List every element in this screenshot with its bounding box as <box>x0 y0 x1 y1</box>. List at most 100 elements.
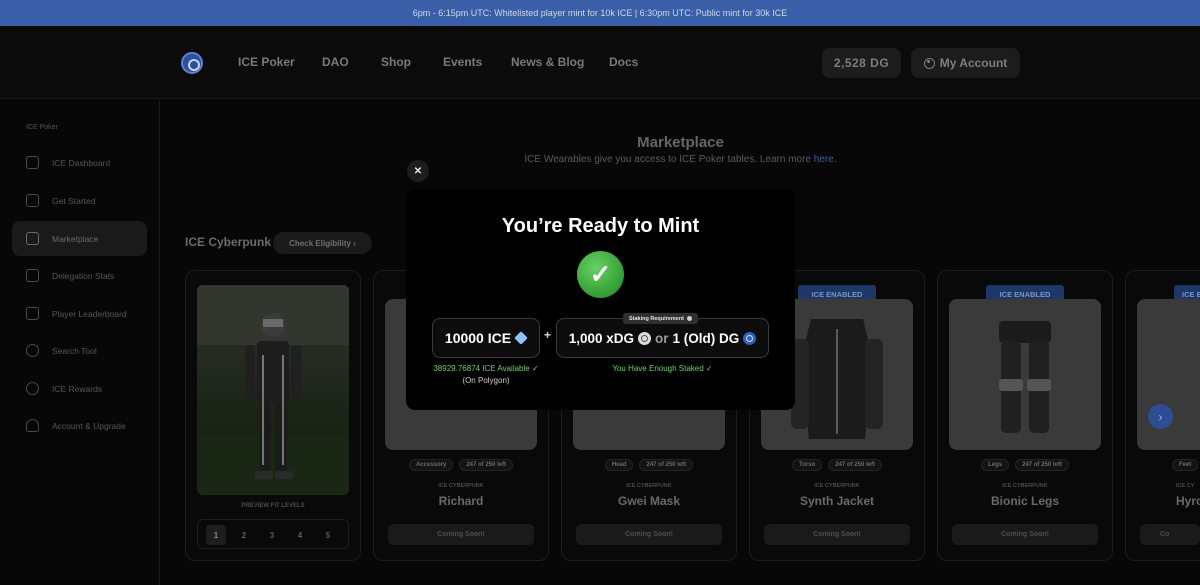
level-5-button[interactable]: 5 <box>318 525 338 545</box>
wearable-name: Synth Jacket <box>799 494 875 508</box>
ice-enabled-label: ICE ENABLED <box>999 289 1051 299</box>
announcement-banner: 6pm - 6:15pm UTC: Whitelisted player min… <box>0 0 1200 26</box>
mint-ready-modal: You’re Ready to Mint ✓ 10000 ICE + 1,000… <box>406 189 795 410</box>
dg-token-icon <box>743 331 757 345</box>
old-dg-amount: 1 (Old) DG <box>672 330 740 346</box>
collection-title: ICE Cyberpunk <box>185 235 272 249</box>
sidebar-item-label: Player Leaderboard <box>52 308 127 319</box>
sidebar-item-label: Get Started <box>52 195 96 206</box>
set-label: ICE CYBERPUNK <box>1002 483 1048 489</box>
sidebar-item-marketplace[interactable]: Marketplace <box>12 221 147 256</box>
ice-enabled-label: ICE ENABLED <box>811 289 863 299</box>
coming-soon-button[interactable]: Co <box>1140 524 1200 545</box>
slot-tag: Accessory <box>408 459 454 471</box>
preview-card: PREVIEW FIT LEVELS 1 2 3 4 5 <box>185 270 361 561</box>
set-label: ICE CYBERPUNK <box>438 483 484 489</box>
award-icon <box>26 382 39 395</box>
wearable-image <box>949 299 1101 450</box>
nav-dao[interactable]: DAO <box>322 55 349 69</box>
avatar-preview-image <box>197 285 349 495</box>
wearable-name: Richard <box>438 494 484 508</box>
my-account-label: My Account <box>939 56 1008 70</box>
slot-tag: Head <box>604 459 634 471</box>
shopping-bag-icon <box>26 232 39 245</box>
coming-soon-button[interactable]: Coming Soon! <box>388 524 534 545</box>
sidebar-item-get-started[interactable]: Get Started <box>12 183 147 218</box>
page-title: Marketplace <box>637 134 724 151</box>
supply-tag: 247 of 250 left <box>1015 459 1069 471</box>
chevron-right-icon: › <box>1158 409 1163 424</box>
supply-tag: 247 of 250 left <box>639 459 694 471</box>
supply-tag: 247 of 250 left <box>828 459 882 471</box>
ice-available-status: 38929.76874 ICE Available ✓ <box>433 364 539 373</box>
coming-soon-button[interactable]: Coming Soon! <box>952 524 1098 545</box>
coming-soon-button[interactable]: Coming Soon! <box>576 524 722 545</box>
card-tags: Torso 247 of 250 left <box>750 459 924 471</box>
level-2-button[interactable]: 2 <box>234 525 254 545</box>
xdg-amount: 1,000 xDG <box>568 330 635 346</box>
thumbs-up-icon <box>26 194 39 207</box>
level-3-button[interactable]: 3 <box>262 525 282 545</box>
close-modal-button[interactable]: ✕ <box>407 160 429 182</box>
nav-ice-poker[interactable]: ICE Poker <box>238 55 295 69</box>
wearable-name: Gwei Mask <box>617 494 681 508</box>
announcement-text: 6pm - 6:15pm UTC: Whitelisted player min… <box>412 8 788 18</box>
staking-requirement-label: Staking Requirement <box>629 315 685 322</box>
user-icon <box>26 419 39 432</box>
search-icon <box>26 344 39 357</box>
nav-events[interactable]: Events <box>443 55 482 69</box>
slot-tag: Feet <box>1172 459 1199 471</box>
set-label: ICE CYBERPUNK <box>626 483 672 489</box>
preview-fit-levels-label: PREVIEW FIT LEVELS <box>241 503 305 509</box>
fit-level-selector: 1 2 3 4 5 <box>197 519 349 549</box>
level-1-button[interactable]: 1 <box>206 525 226 545</box>
staked-status: You Have Enough Staked ✓ <box>612 364 713 373</box>
sidebar: ICE Poker ICE Dashboard Get Started Mark… <box>0 100 160 585</box>
sidebar-item-account-upgrade[interactable]: Account & Upgrade <box>12 408 147 443</box>
staking-requirement-box: 1,000 xDG or 1 (Old) DG <box>556 318 769 358</box>
nav-shop[interactable]: Shop <box>381 55 411 69</box>
sidebar-item-label: Account & Upgrade <box>52 420 126 431</box>
my-account-button[interactable]: My Account <box>911 48 1020 78</box>
ice-amount: 10000 ICE <box>444 330 512 346</box>
sidebar-item-ice-rewards[interactable]: ICE Rewards <box>12 371 147 406</box>
sidebar-item-player-leaderboard[interactable]: Player Leaderboard <box>12 296 147 331</box>
checkmark-icon: ✓ <box>577 251 624 298</box>
coming-soon-button[interactable]: Coming Soon! <box>764 524 910 545</box>
wearable-name: Hyro <box>1176 494 1200 508</box>
ice-enabled-label: ICE E <box>1182 289 1200 299</box>
ice-diamond-icon <box>514 331 528 345</box>
sidebar-item-label: Search Tool <box>52 345 97 356</box>
slot-tag: Torso <box>792 459 823 471</box>
sidebar-item-label: ICE Dashboard <box>52 157 111 168</box>
sidebar-item-ice-dashboard[interactable]: ICE Dashboard <box>12 145 147 180</box>
modal-title: You’re Ready to Mint <box>501 215 700 237</box>
sidebar-item-label: Marketplace <box>52 233 99 244</box>
wearable-card-bionic-legs: ICE ENABLED Legs 247 of 250 left ICE CYB… <box>937 270 1113 561</box>
user-circle-icon <box>923 57 935 69</box>
sidebar-item-label: Delegation Stats <box>52 270 115 281</box>
nav-docs[interactable]: Docs <box>609 55 638 69</box>
page-subtitle: ICE Wearables give you access to ICE Pok… <box>161 154 1200 165</box>
sidebar-item-search-tool[interactable]: Search Tool <box>12 333 147 368</box>
card-tags: Head 247 of 250 left <box>562 459 736 471</box>
table-icon <box>26 269 39 282</box>
staking-requirement-tag: Staking Requirement <box>623 313 699 324</box>
check-eligibility-button[interactable]: Check Eligibility › <box>273 232 372 254</box>
nav-news-blog[interactable]: News & Blog <box>511 55 584 69</box>
or-label: or <box>655 330 669 346</box>
dg-balance-button[interactable]: 2,528 DG <box>822 48 901 78</box>
level-4-button[interactable]: 4 <box>290 525 310 545</box>
set-label: ICE CY <box>1176 483 1195 489</box>
info-icon[interactable] <box>687 316 693 321</box>
bar-chart-icon <box>26 307 39 320</box>
plus-sign: + <box>544 328 552 342</box>
carousel-next-button[interactable]: › <box>1148 404 1173 429</box>
decentral-games-logo[interactable] <box>181 52 203 74</box>
network-label: (On Polygon) <box>462 376 510 385</box>
learn-more-link[interactable]: here. <box>814 154 837 165</box>
card-tags: Accessory 247 of 250 left <box>374 459 548 471</box>
sidebar-item-label: ICE Rewards <box>52 383 103 394</box>
sidebar-item-delegation-stats[interactable]: Delegation Stats <box>12 258 147 293</box>
sidebar-section-title: ICE Poker <box>26 124 58 131</box>
